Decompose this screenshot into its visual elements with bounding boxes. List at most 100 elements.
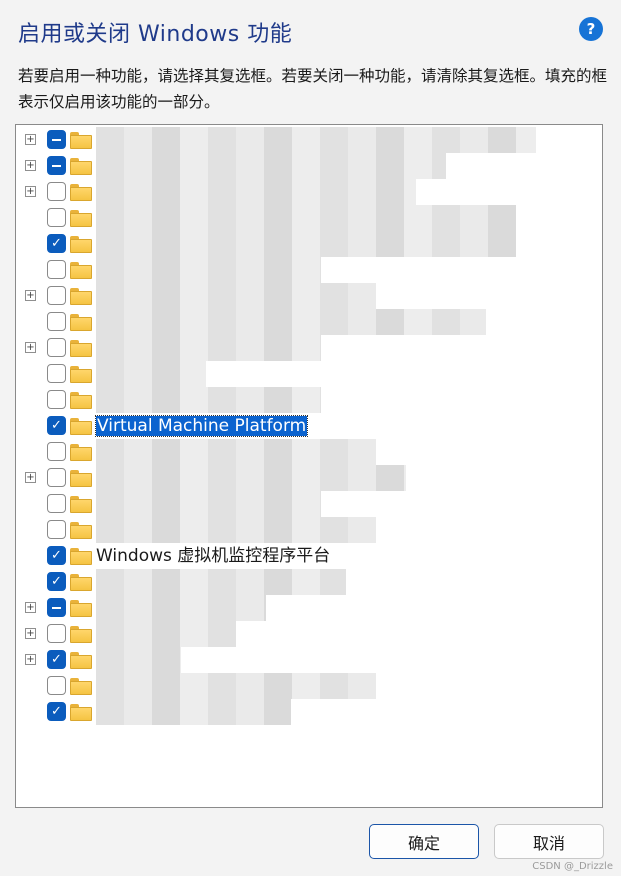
folder-icon (70, 366, 92, 383)
feature-row[interactable] (16, 387, 602, 413)
folder-icon (70, 626, 92, 643)
folder-icon (70, 132, 92, 149)
feature-checkbox[interactable]: ✓ (47, 546, 66, 565)
feature-row[interactable]: + (16, 335, 602, 361)
feature-row[interactable]: ✓ Windows 虚拟机监控程序平台 (16, 543, 602, 569)
feature-row[interactable]: + (16, 621, 602, 647)
folder-icon (70, 470, 92, 487)
feature-checkbox[interactable] (47, 286, 66, 305)
feature-row[interactable]: + (16, 595, 602, 621)
folder-icon (70, 600, 92, 617)
feature-row[interactable]: ✓ (16, 231, 602, 257)
indeterminate-icon (52, 606, 61, 609)
redacted-label (96, 491, 321, 517)
feature-checkbox[interactable] (47, 338, 66, 357)
watermark: CSDN @_Drizzle (532, 861, 613, 872)
redacted-label (96, 647, 181, 673)
feature-row[interactable]: + ✓ (16, 647, 602, 673)
redacted-label (96, 673, 376, 699)
help-icon[interactable]: ? (579, 17, 603, 41)
feature-checkbox[interactable]: ✓ (47, 234, 66, 253)
redacted-label (96, 231, 516, 257)
feature-checkbox[interactable] (47, 598, 66, 617)
expand-icon[interactable]: + (25, 186, 36, 197)
feature-row[interactable] (16, 517, 602, 543)
indeterminate-icon (52, 164, 61, 167)
cancel-button[interactable]: 取消 (494, 824, 604, 859)
expand-icon[interactable]: + (25, 472, 36, 483)
redacted-label (96, 569, 346, 595)
feature-checkbox[interactable] (47, 520, 66, 539)
checkmark-icon: ✓ (51, 236, 62, 251)
redacted-label (96, 595, 266, 621)
feature-checkbox[interactable] (47, 182, 66, 201)
redacted-label (96, 361, 206, 387)
feature-checkbox[interactable] (47, 390, 66, 409)
feature-checkbox[interactable] (47, 494, 66, 513)
redacted-label (96, 699, 291, 725)
folder-icon (70, 574, 92, 591)
feature-row[interactable] (16, 205, 602, 231)
redacted-label (96, 179, 416, 205)
feature-checkbox[interactable] (47, 676, 66, 695)
ok-button[interactable]: 确定 (369, 824, 479, 859)
feature-row[interactable]: + (16, 465, 602, 491)
folder-icon (70, 704, 92, 721)
feature-checkbox[interactable]: ✓ (47, 650, 66, 669)
expand-icon[interactable]: + (25, 134, 36, 145)
feature-row[interactable]: ✓ (16, 569, 602, 595)
feature-tree[interactable]: + + + ✓ + + ✓ Virtual Machine Platform + ✓ Windows… (15, 124, 603, 808)
feature-row[interactable]: + (16, 179, 602, 205)
checkmark-icon: ✓ (51, 574, 62, 589)
feature-row[interactable]: ✓ (16, 699, 602, 725)
expand-icon[interactable]: + (25, 342, 36, 353)
folder-icon (70, 418, 92, 435)
feature-row[interactable]: + (16, 153, 602, 179)
redacted-label (96, 205, 516, 231)
redacted-label (96, 517, 376, 543)
feature-label[interactable]: Virtual Machine Platform (94, 415, 309, 437)
feature-checkbox[interactable] (47, 208, 66, 227)
feature-row[interactable] (16, 361, 602, 387)
feature-row[interactable]: + (16, 283, 602, 309)
expand-icon[interactable]: + (25, 654, 36, 665)
dialog-title: 启用或关闭 Windows 功能 (18, 22, 293, 47)
feature-checkbox[interactable]: ✓ (47, 416, 66, 435)
expand-icon[interactable]: + (25, 160, 36, 171)
feature-checkbox[interactable]: ✓ (47, 572, 66, 591)
feature-checkbox[interactable] (47, 624, 66, 643)
folder-icon (70, 262, 92, 279)
feature-row[interactable] (16, 257, 602, 283)
checkmark-icon: ✓ (51, 548, 62, 563)
folder-icon (70, 548, 92, 565)
expand-icon[interactable]: + (25, 628, 36, 639)
feature-row[interactable]: + (16, 127, 602, 153)
feature-checkbox[interactable]: ✓ (47, 702, 66, 721)
feature-row[interactable] (16, 673, 602, 699)
folder-icon (70, 288, 92, 305)
feature-checkbox[interactable] (47, 312, 66, 331)
indeterminate-icon (52, 138, 61, 141)
folder-icon (70, 678, 92, 695)
folder-icon (70, 158, 92, 175)
feature-row[interactable] (16, 491, 602, 517)
redacted-label (96, 257, 321, 283)
feature-row[interactable]: ✓ Virtual Machine Platform (16, 413, 602, 439)
feature-checkbox[interactable] (47, 468, 66, 487)
redacted-label (96, 387, 321, 413)
folder-icon (70, 184, 92, 201)
checkmark-icon: ✓ (51, 704, 62, 719)
feature-checkbox[interactable] (47, 156, 66, 175)
feature-row[interactable] (16, 439, 602, 465)
redacted-label (96, 439, 376, 465)
redacted-label (96, 465, 406, 491)
feature-checkbox[interactable] (47, 442, 66, 461)
feature-checkbox[interactable] (47, 130, 66, 149)
feature-checkbox[interactable] (47, 260, 66, 279)
feature-label[interactable]: Windows 虚拟机监控程序平台 (96, 546, 330, 566)
expand-icon[interactable]: + (25, 602, 36, 613)
expand-icon[interactable]: + (25, 290, 36, 301)
feature-checkbox[interactable] (47, 364, 66, 383)
folder-icon (70, 496, 92, 513)
feature-row[interactable] (16, 309, 602, 335)
